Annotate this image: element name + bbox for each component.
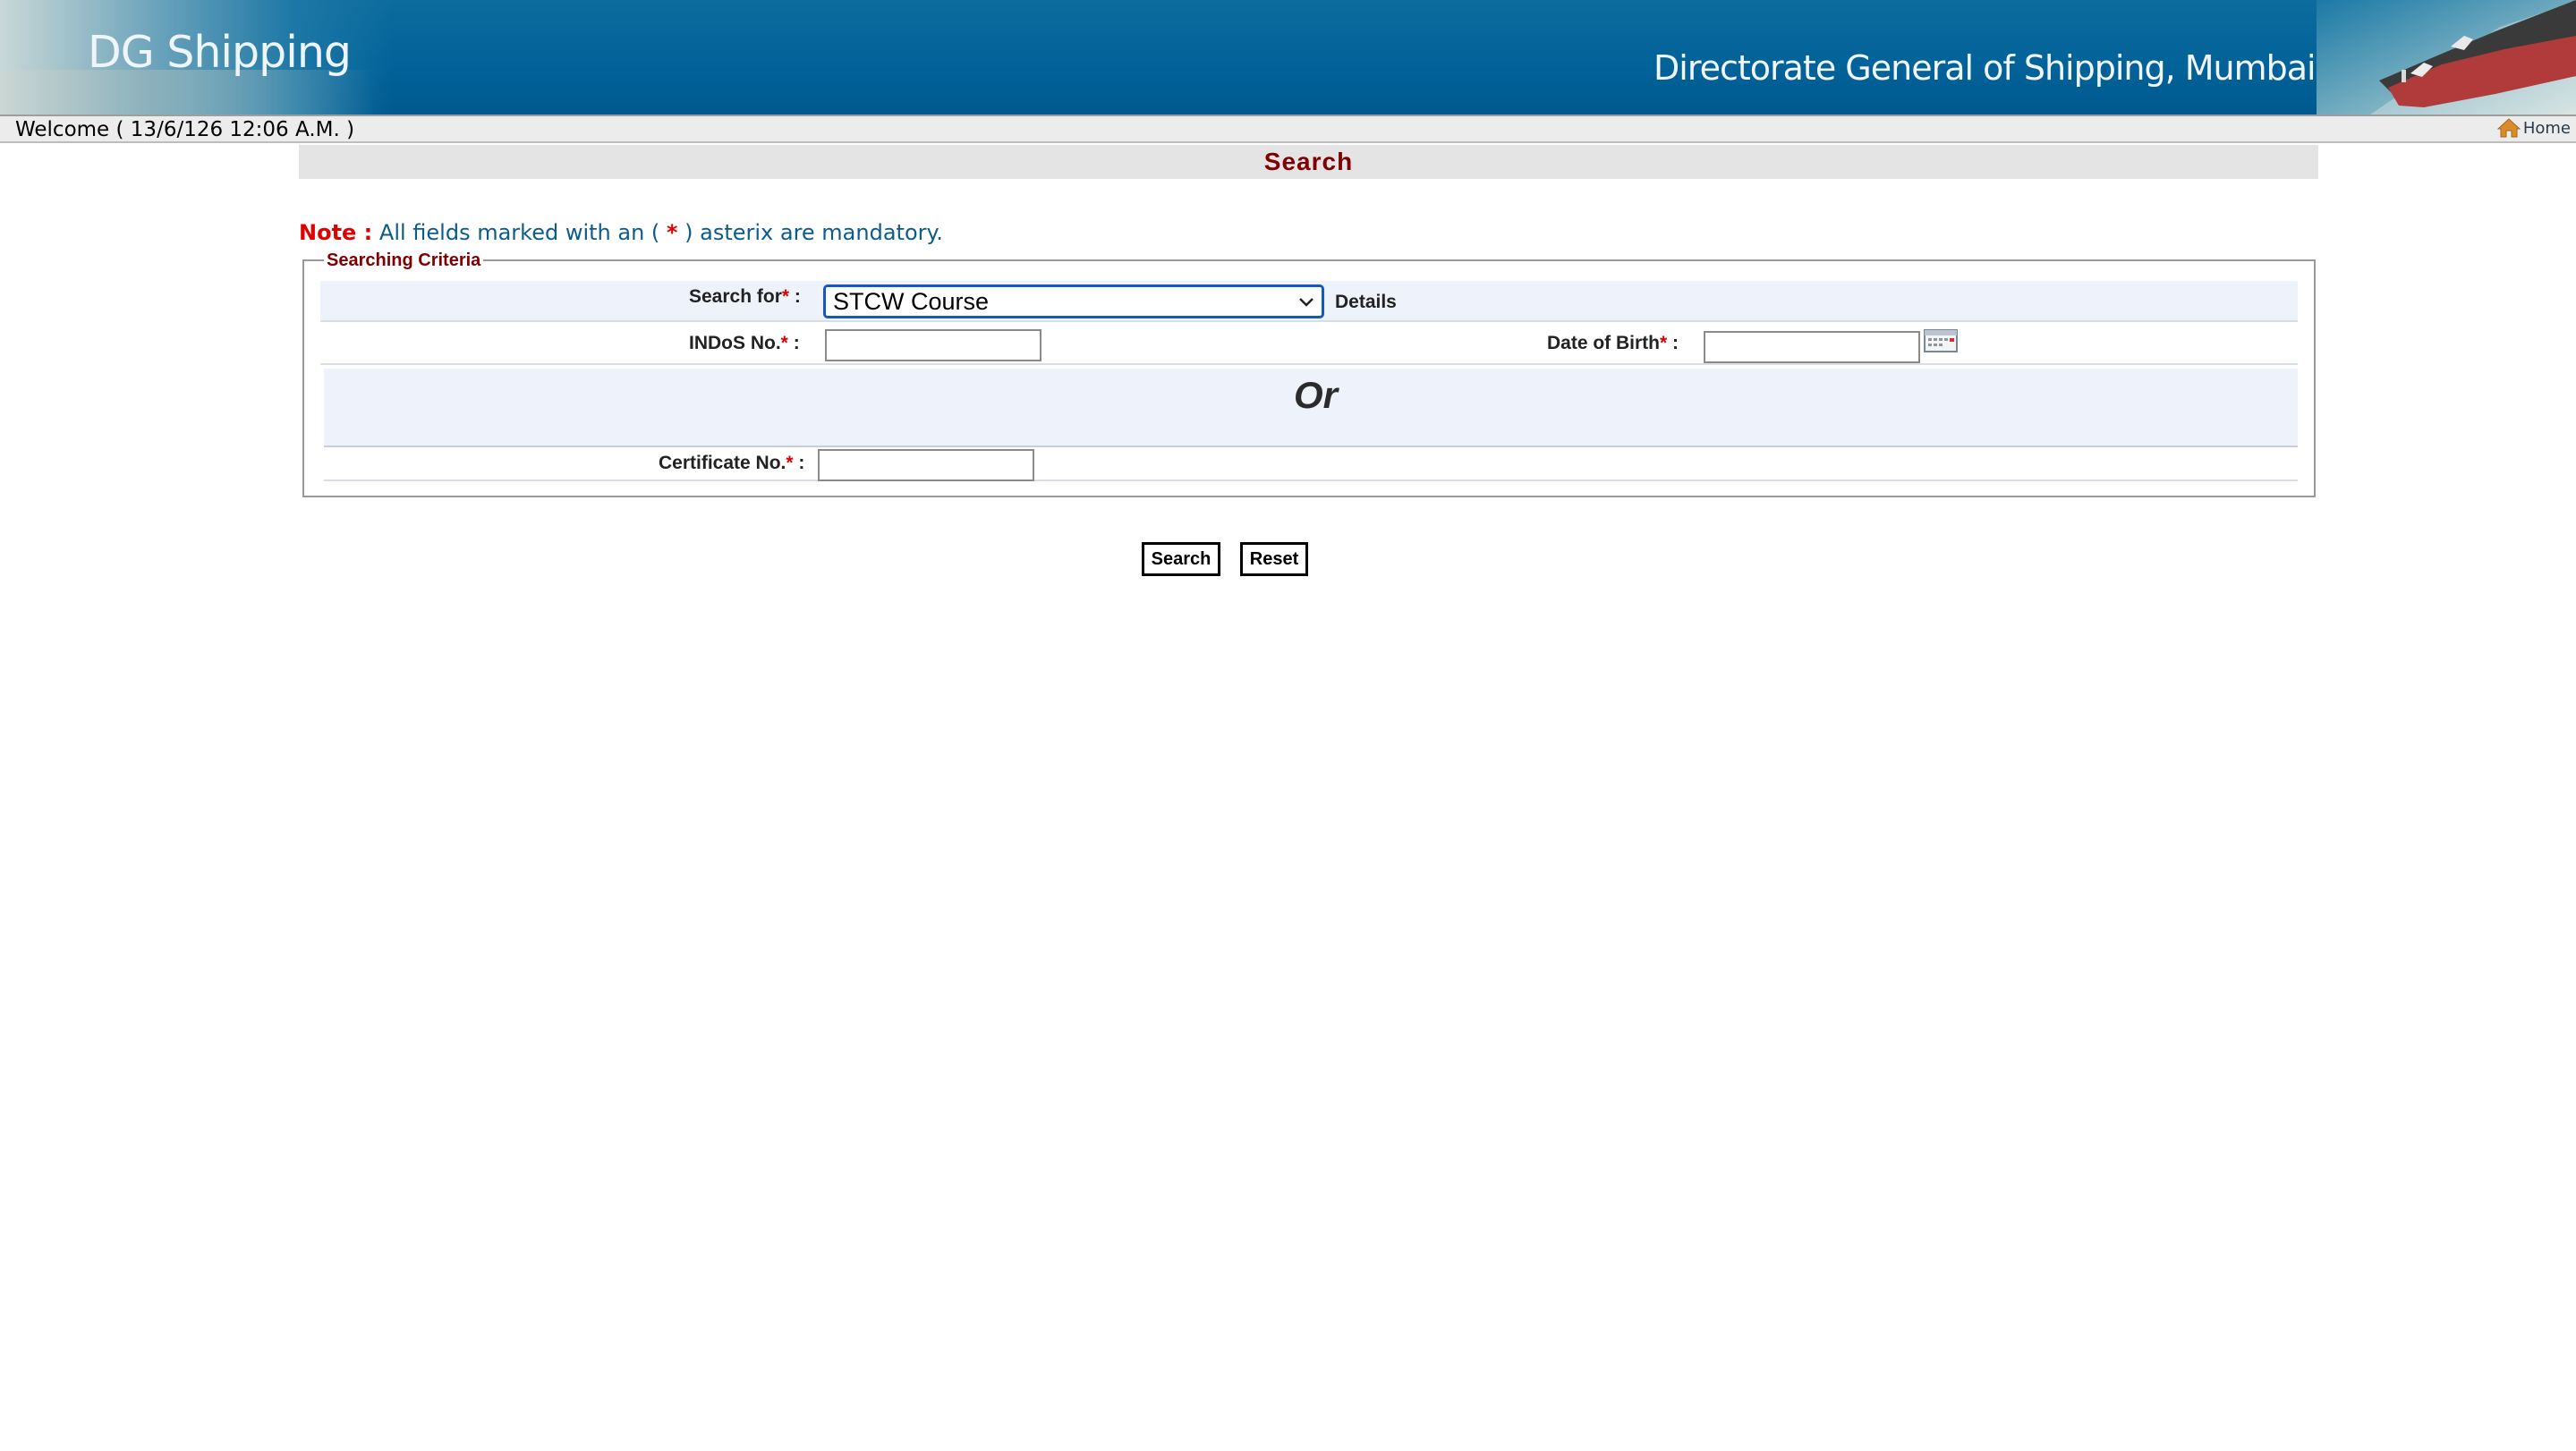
chevron-down-icon bbox=[1299, 298, 1314, 307]
note-star: * bbox=[666, 220, 678, 245]
certificate-label: Certificate No.* : bbox=[659, 453, 805, 473]
indos-dob-row bbox=[320, 324, 2298, 365]
note-text-after: ) asterix are mandatory. bbox=[677, 220, 943, 245]
details-link[interactable]: Details bbox=[1335, 292, 1397, 313]
dob-input[interactable] bbox=[1704, 331, 1920, 363]
welcome-text: Welcome ( 13/6/126 12:06 A.M. ) bbox=[15, 118, 355, 141]
note-label: Note : bbox=[299, 220, 373, 245]
search-button[interactable]: Search bbox=[1142, 542, 1220, 576]
criteria-legend: Searching Criteria bbox=[324, 250, 484, 271]
page-title-bar: Search bbox=[299, 145, 2318, 179]
certificate-row bbox=[324, 449, 2298, 481]
search-for-selected-value: STCW Course bbox=[833, 288, 990, 315]
mandatory-note: Note : All fields marked with an ( * ) a… bbox=[299, 220, 943, 245]
indos-label: INDoS No.* : bbox=[689, 333, 800, 353]
reset-button[interactable]: Reset bbox=[1240, 542, 1308, 576]
home-icon bbox=[2496, 118, 2521, 138]
note-text-before: All fields marked with an ( bbox=[372, 220, 667, 245]
search-for-label: Search for* : bbox=[689, 286, 801, 307]
home-link[interactable]: Home bbox=[2496, 118, 2571, 138]
indos-input[interactable] bbox=[825, 329, 1041, 361]
searching-criteria-fieldset: Searching Criteria Search for* : STCW Co… bbox=[302, 250, 2316, 497]
home-link-label: Home bbox=[2522, 118, 2571, 138]
organization-title: Directorate General of Shipping, Mumbai bbox=[1654, 48, 2317, 88]
or-separator: Or bbox=[1294, 374, 1339, 416]
dob-label: Date of Birth* : bbox=[1547, 333, 1679, 353]
welcome-bar: Welcome ( 13/6/126 12:06 A.M. ) Home bbox=[0, 115, 2576, 143]
certificate-input[interactable] bbox=[818, 449, 1034, 481]
ship-image bbox=[2317, 0, 2576, 115]
brand-logo-text: DG Shipping bbox=[88, 27, 352, 78]
page-title: Search bbox=[1263, 148, 1354, 175]
header-banner: DG Shipping Directorate General of Shipp… bbox=[0, 0, 2576, 115]
calendar-icon[interactable] bbox=[1924, 329, 1958, 352]
search-for-select[interactable]: STCW Course bbox=[823, 284, 1324, 318]
